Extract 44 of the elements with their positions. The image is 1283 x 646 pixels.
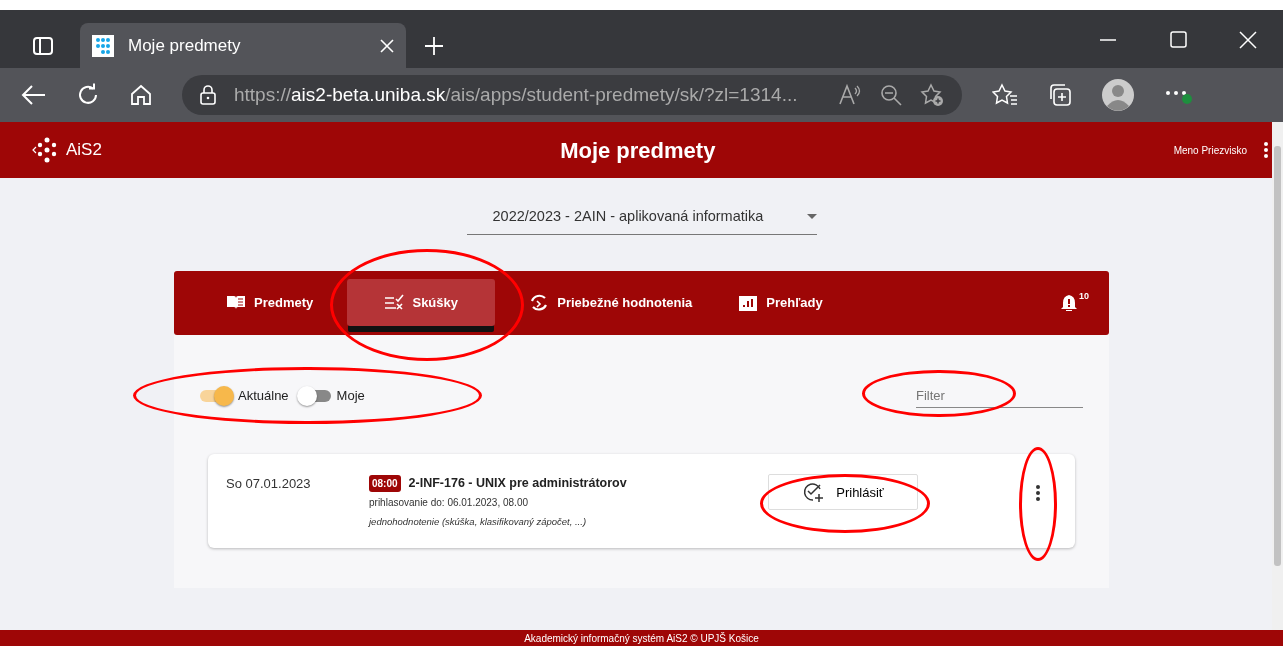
user-name: Meno Priezvisko	[1173, 143, 1247, 158]
check-add-icon	[802, 481, 825, 504]
add-favorite-icon[interactable]	[920, 83, 944, 107]
refresh-icon[interactable]	[76, 83, 100, 107]
study-select[interactable]: 2022/2023 - 2AIN - aplikovaná informatika	[466, 202, 817, 235]
more-vertical-icon[interactable]	[1035, 484, 1041, 503]
exam-type: jednohodnotenie (skúška, klasifikovaný zápočet, ...)	[369, 515, 588, 529]
dropdown-caret-icon	[806, 214, 817, 220]
new-tab-icon[interactable]	[424, 36, 444, 56]
page-title: Moje predmety	[559, 136, 717, 165]
address-bar[interactable]: https://ais2-beta.uniba.sk/ais/apps/student-predmety/sk/?zl=1314...	[182, 75, 962, 115]
more-vertical-icon[interactable]	[1263, 141, 1269, 159]
favorites-icon[interactable]	[992, 83, 1018, 107]
exam-title: 2-INF-176 - UNIX pre administrátorov	[408, 475, 627, 493]
sidebar-icon[interactable]	[32, 36, 54, 56]
toggle-label: Moje	[336, 386, 365, 405]
back-icon[interactable]	[20, 84, 46, 106]
cycle-icon	[529, 292, 550, 313]
zoom-out-icon[interactable]	[880, 84, 902, 106]
browser-tab-title: Moje predmety	[128, 34, 242, 57]
lock-icon	[200, 85, 216, 105]
maximize-icon[interactable]	[1167, 30, 1189, 50]
toggle-label: Aktuálne	[238, 386, 289, 405]
registration-deadline: prihlasovanie do: 06.01.2023, 08.00	[369, 496, 529, 510]
bell-alert-icon	[1061, 293, 1077, 312]
close-icon[interactable]	[380, 38, 394, 53]
close-icon[interactable]	[1237, 30, 1259, 50]
logo-text: AiS2	[66, 139, 102, 162]
favicon-icon	[92, 34, 114, 57]
url-text: https://ais2-beta.uniba.sk/ais/apps/student-predmety/sk/?zl=1314...	[234, 82, 799, 107]
collections-icon[interactable]	[1048, 83, 1072, 107]
home-icon[interactable]	[130, 84, 152, 106]
nav-tab[interactable]: Predmety	[214, 279, 326, 327]
read-aloud-icon[interactable]	[838, 84, 862, 106]
nav-tab[interactable]: Priebežné hodnotenia	[517, 279, 705, 327]
profile-avatar-icon[interactable]	[1102, 79, 1134, 111]
footer-text: Akademický informačný systém AiS2 © UPJŠ Košice	[0, 630, 1283, 646]
exam-date: So 07.01.2023	[226, 475, 312, 494]
nav-tab[interactable]: Prehľady	[726, 279, 835, 327]
time-badge: 08:00	[369, 475, 401, 493]
notification-count: 10	[1079, 289, 1089, 303]
register-button[interactable]: Prihlásiť	[768, 474, 918, 511]
filter-field[interactable]: Filter	[916, 383, 1083, 409]
scrollbar-thumb[interactable]	[1274, 146, 1281, 566]
